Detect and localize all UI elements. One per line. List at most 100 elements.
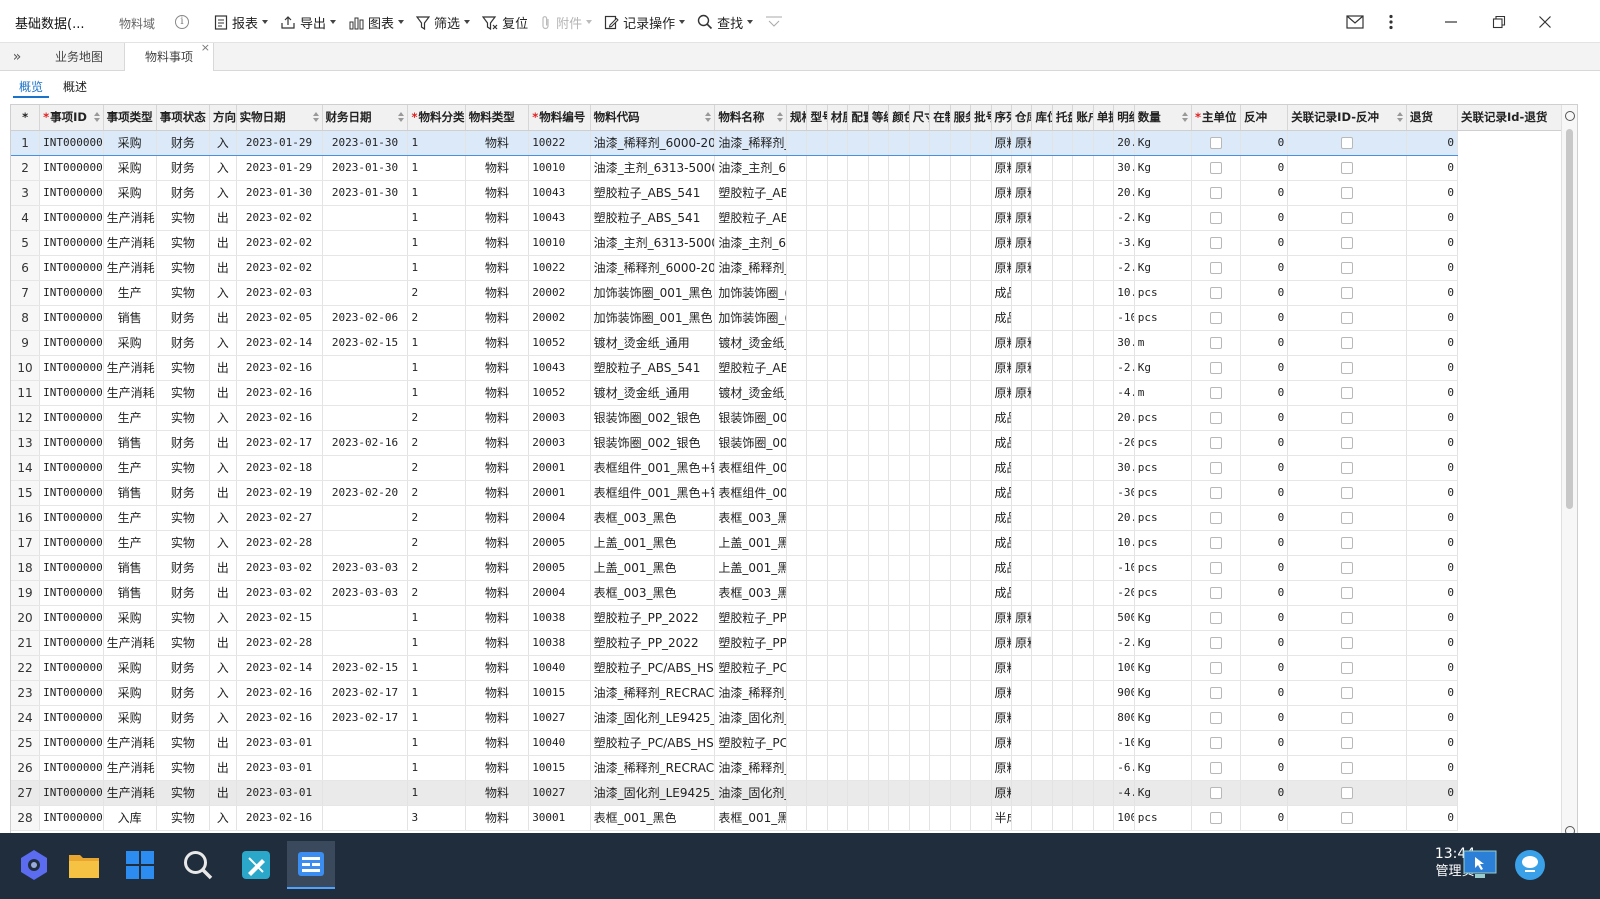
table-cell[interactable]: Kg	[1134, 355, 1193, 381]
table-cell[interactable]: 0	[1406, 280, 1459, 306]
table-cell[interactable]	[909, 755, 931, 781]
table-cell[interactable]: -10.00	[1113, 555, 1135, 581]
table-cell[interactable]: 采购	[103, 680, 157, 706]
table-cell[interactable]	[1031, 405, 1053, 431]
table-cell[interactable]	[322, 505, 409, 531]
table-cell[interactable]	[1031, 155, 1053, 181]
table-cell[interactable]: 0	[1406, 705, 1459, 731]
table-cell[interactable]: 22	[11, 655, 41, 681]
table-cell[interactable]: 实物	[156, 205, 210, 231]
table-cell[interactable]	[322, 405, 409, 431]
table-cell[interactable]	[1072, 405, 1094, 431]
table-cell[interactable]	[786, 680, 808, 706]
table-cell[interactable]: 1	[407, 755, 466, 781]
checkbox[interactable]	[1210, 337, 1223, 349]
table-cell[interactable]: 0	[1240, 480, 1289, 506]
table-cell[interactable]	[1093, 505, 1115, 531]
table-cell[interactable]: 物料	[465, 480, 530, 506]
table-cell[interactable]: 加饰装饰圈_(	[714, 280, 788, 306]
table-cell[interactable]	[806, 555, 828, 581]
table-cell[interactable]: 1	[407, 129, 466, 156]
table-cell[interactable]: 0	[1240, 230, 1289, 256]
table-cell[interactable]: 采购	[103, 180, 157, 206]
table-cell[interactable]: pcs	[1134, 280, 1193, 306]
table-cell[interactable]	[888, 730, 910, 756]
table-cell[interactable]: 2	[407, 430, 466, 456]
table-cell[interactable]: 原料	[991, 129, 1013, 156]
table-cell[interactable]	[1031, 230, 1053, 256]
table-cell[interactable]: 2	[407, 580, 466, 606]
table-cell[interactable]	[929, 355, 951, 381]
table-cell[interactable]: INT000000	[39, 805, 104, 831]
table-cell[interactable]	[888, 755, 910, 781]
table-row[interactable]: 15 INT000000 销售 财务出 2023-02-19 2023-02-20 2 物料 2…	[11, 480, 1577, 506]
table-cell[interactable]	[322, 280, 409, 306]
table-cell[interactable]: 0	[1240, 605, 1289, 631]
column-header[interactable]: 物料名称	[714, 105, 788, 131]
file-explorer-icon[interactable]	[60, 841, 108, 889]
table-cell[interactable]: 25	[11, 730, 41, 756]
table-cell[interactable]: 物料	[465, 455, 530, 481]
table-cell[interactable]: 10022	[528, 129, 591, 156]
table-cell[interactable]	[950, 555, 972, 581]
table-cell[interactable]: 加饰装饰圈_001_黑色	[590, 280, 716, 306]
table-cell[interactable]: 20004	[528, 505, 591, 531]
table-cell[interactable]	[786, 230, 808, 256]
table-cell[interactable]: 0	[1406, 680, 1459, 706]
table-cell[interactable]	[1072, 480, 1094, 506]
table-cell[interactable]	[909, 730, 931, 756]
table-cell[interactable]: 2023-02-06	[322, 305, 409, 331]
checkbox[interactable]	[1210, 137, 1223, 149]
table-cell[interactable]: 2023-01-30	[236, 180, 323, 206]
vertical-scrollbar[interactable]	[1561, 105, 1577, 842]
table-cell[interactable]: 原料	[1011, 205, 1033, 231]
table-cell[interactable]	[868, 380, 890, 406]
table-cell[interactable]	[868, 730, 890, 756]
column-header[interactable]: 事项状态	[156, 105, 210, 131]
table-cell[interactable]	[786, 530, 808, 556]
table-cell[interactable]	[888, 255, 910, 281]
table-cell[interactable]	[970, 655, 992, 681]
table-cell[interactable]	[786, 555, 808, 581]
table-cell[interactable]: 原料	[991, 680, 1013, 706]
table-cell[interactable]	[806, 355, 828, 381]
table-cell[interactable]	[929, 705, 951, 731]
table-cell[interactable]: 油漆_固化剂_LE9425_	[590, 780, 716, 806]
table-cell[interactable]: 出	[209, 230, 237, 256]
table-cell[interactable]: 物料	[465, 605, 530, 631]
checkbox-cell[interactable]	[1191, 380, 1242, 406]
table-cell[interactable]: 原料	[991, 605, 1013, 631]
table-cell[interactable]: 7	[11, 280, 41, 306]
table-cell[interactable]	[868, 805, 890, 831]
table-cell[interactable]: 生产	[103, 280, 157, 306]
table-cell[interactable]	[1031, 280, 1053, 306]
checkbox[interactable]	[1210, 212, 1223, 224]
table-cell[interactable]	[1052, 580, 1074, 606]
table-cell[interactable]: 10010	[528, 155, 591, 181]
table-cell[interactable]	[827, 280, 849, 306]
table-cell[interactable]: 原料	[991, 780, 1013, 806]
table-cell[interactable]: 塑胶粒子_PP	[714, 605, 788, 631]
checkbox-cell[interactable]	[1287, 555, 1407, 581]
table-cell[interactable]: 0	[1406, 480, 1459, 506]
checkbox-cell[interactable]	[1191, 355, 1242, 381]
table-cell[interactable]: 0	[1406, 405, 1459, 431]
table-cell[interactable]	[827, 805, 849, 831]
checkbox-cell[interactable]	[1287, 630, 1407, 656]
table-cell[interactable]: 物料	[465, 180, 530, 206]
table-cell[interactable]: 0	[1406, 355, 1459, 381]
table-cell[interactable]: 物料	[465, 530, 530, 556]
table-cell[interactable]: 物料	[465, 205, 530, 231]
checkbox-cell[interactable]	[1287, 205, 1407, 231]
column-header[interactable]: 库位	[1031, 105, 1053, 131]
table-cell[interactable]	[868, 530, 890, 556]
table-cell[interactable]: 2023-01-30	[322, 180, 409, 206]
table-cell[interactable]: 2023-02-17	[236, 430, 323, 456]
table-cell[interactable]: 实物	[156, 805, 210, 831]
checkbox[interactable]	[1341, 762, 1354, 774]
table-cell[interactable]: 财务	[156, 330, 210, 356]
table-cell[interactable]: INT000000	[39, 280, 104, 306]
table-cell[interactable]: 4	[11, 205, 41, 231]
checkbox-cell[interactable]	[1287, 530, 1407, 556]
table-cell[interactable]: 原料	[991, 755, 1013, 781]
